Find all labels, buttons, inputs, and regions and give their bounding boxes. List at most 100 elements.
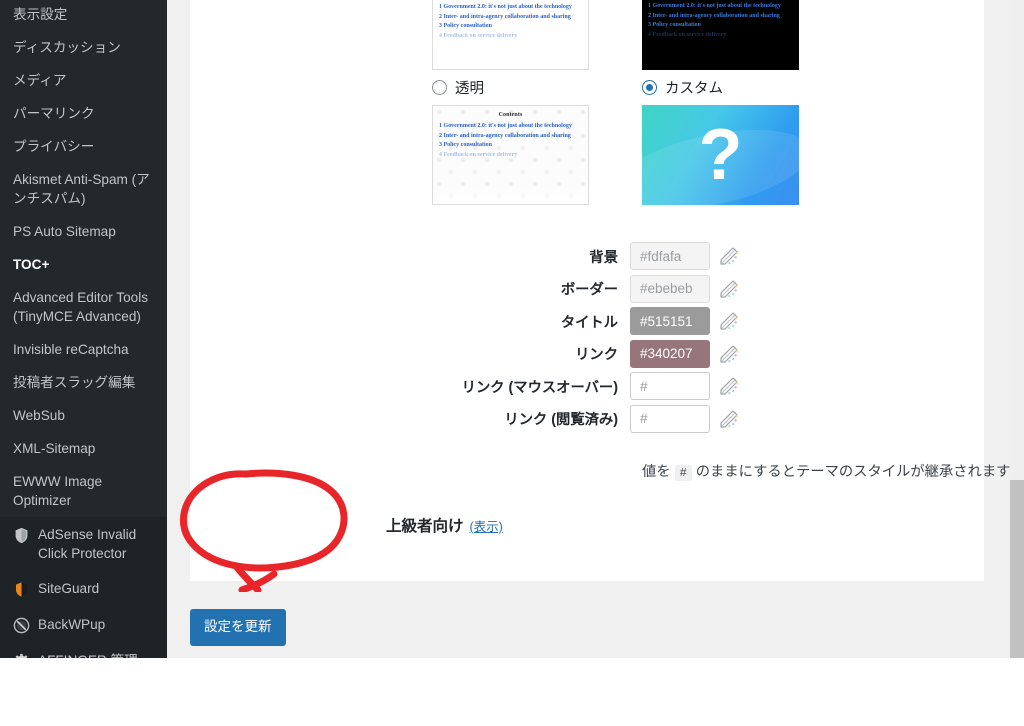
thumb-line: 3 Policy consultation — [648, 22, 702, 28]
thumb-line: 1 Government 2.0: it's not just about th… — [439, 123, 572, 129]
thumbnail-preview-light[interactable]: 1 Government 2.0: it's not just about th… — [432, 0, 589, 70]
sidebar-item-label: WebSub — [13, 408, 65, 423]
thumb-line: 2 Inter- and intra-agency collaboration … — [439, 13, 571, 20]
sidebar-item-item-2[interactable]: メディア — [0, 64, 167, 97]
thumb-line: 2 Inter- and intra-agency collaboration … — [648, 12, 780, 19]
sidebar-item-ps-auto-sitemap[interactable]: PS Auto Sitemap — [0, 215, 167, 248]
color-picker-icon[interactable] — [718, 245, 740, 267]
sidebar-item-advanced-editor-tools-tinymce-advanced[interactable]: Advanced Editor Tools (TinyMCE Advanced) — [0, 281, 167, 333]
sidebar-item-adsense-invalid-click-protector[interactable]: AdSense Invalid Click Protector — [0, 517, 167, 571]
option-transparent[interactable]: 透明 Contents 1 Government 2.0: it's not j… — [432, 76, 589, 205]
sidebar-item-item-3[interactable]: パーマリンク — [0, 97, 167, 130]
sidebar-item-invisible-recaptcha[interactable]: Invisible reCaptcha — [0, 333, 167, 366]
color-row: リンク #340207 — [455, 338, 740, 371]
save-settings-button[interactable]: 設定を更新 — [190, 609, 286, 646]
thumb-line: 3 Policy consultation — [439, 23, 493, 29]
siteguard-shield-icon — [15, 581, 27, 597]
advanced-toggle-link[interactable]: (表示) — [470, 516, 503, 535]
sidebar-item-websub[interactable]: WebSub — [0, 399, 167, 432]
color-row: 背景 #fdfafa — [455, 240, 740, 273]
page-scrollbar-thumb[interactable] — [1010, 480, 1024, 658]
sidebar-item-label: 表示設定 — [13, 7, 68, 22]
sidebar-item-label: Akismet Anti-Spam (アンチスパム) — [13, 172, 150, 206]
color-input[interactable]: #ebebeb — [630, 274, 710, 303]
sidebar-item-label: XML-Sitemap — [13, 441, 96, 456]
color-picker-icon[interactable] — [718, 343, 740, 365]
color-field-label: タイトル — [560, 314, 618, 331]
hint-code: # — [674, 465, 692, 481]
sidebar-item-toc[interactable]: TOC+ — [0, 248, 167, 281]
sidebar-item-label: メディア — [13, 73, 67, 88]
sidebar-item-label: 投稿者スラッグ編集 — [13, 375, 136, 390]
thumbnail-preview-dark[interactable]: 1 Government 2.0: it's not just about th… — [642, 0, 799, 70]
sidebar-item-label: パーマリンク — [13, 106, 95, 121]
color-settings-table: 背景 #fdfafa ボーダー #ebebeb タイトル #515151 リンク #34020… — [455, 240, 740, 435]
color-input[interactable]: #515151 — [630, 307, 710, 336]
sidebar-item-ewww-image-optimizer[interactable]: EWWW Image Optimizer — [0, 465, 167, 517]
color-picker-icon[interactable] — [718, 310, 740, 332]
sidebar-item-label: Invisible reCaptcha — [13, 342, 129, 357]
sidebar-group-dark: AdSense Invalid Click Protector SiteGuard… — [0, 517, 167, 658]
sidebar-item-label: BackWPup — [38, 617, 106, 632]
thumbnail-custom[interactable]: ? — [642, 105, 799, 205]
sidebar-item-xml-sitemap[interactable]: XML-Sitemap — [0, 432, 167, 465]
sidebar-item-siteguard[interactable]: SiteGuard — [0, 571, 167, 607]
color-input[interactable]: #fdfafa — [630, 242, 710, 271]
color-input[interactable]: #340207 — [630, 339, 710, 368]
option-custom-label: カスタム — [665, 80, 723, 97]
color-picker-icon[interactable] — [718, 408, 740, 430]
thumb-line: 1 Government 2.0: it's not just about th… — [648, 3, 781, 9]
shield-icon — [9, 525, 33, 545]
sidebar-item-label: Advanced Editor Tools (TinyMCE Advanced) — [13, 290, 149, 324]
thumb-line: 4 Feedback on service delivery — [439, 151, 518, 158]
thumb-line: 3 Policy consultation — [439, 142, 493, 148]
sidebar-item-label: AdSense Invalid Click Protector — [38, 527, 137, 561]
advanced-title: 上級者向け — [386, 518, 464, 535]
thumb-line: 1 Government 2.0: it's not just about th… — [439, 4, 572, 10]
color-row: リンク (マウスオーバー) # — [455, 370, 740, 403]
color-field-label: ボーダー — [560, 282, 618, 299]
color-picker-icon[interactable] — [718, 375, 740, 397]
backwpup-disc-icon — [13, 617, 29, 633]
thumb-line: 2 Inter- and intra-agency collaboration … — [439, 132, 571, 139]
radio-custom[interactable] — [642, 79, 657, 95]
radio-transparent[interactable] — [432, 79, 447, 95]
sidebar-item-backwpup[interactable]: BackWPup — [0, 607, 167, 643]
sidebar-item-label: EWWW Image Optimizer — [13, 474, 103, 508]
gear-icon — [9, 651, 33, 658]
sidebar-item-item-1[interactable]: ディスカッション — [0, 31, 167, 64]
thumb-fade-overlay — [642, 50, 799, 70]
color-field-label: リンク — [575, 347, 618, 364]
color-field-label: リンク (マウスオーバー) — [461, 379, 618, 396]
color-field-label: リンク (閲覧済み) — [504, 412, 618, 429]
sidebar-item-item-4[interactable]: プライバシー — [0, 130, 167, 163]
color-input[interactable]: # — [630, 404, 710, 433]
thumb-fade-overlay — [433, 184, 588, 204]
sidebar-item-affinger[interactable]: AFFINGER 管理 — [0, 643, 167, 658]
color-row: リンク (閲覧済み) # — [455, 403, 740, 436]
sidebar-item-label: プライバシー — [13, 139, 95, 154]
hint-after: のままにするとテーマのスタイルが継承されます — [695, 464, 1011, 480]
gear-icon — [15, 653, 27, 658]
color-input[interactable]: # — [630, 372, 710, 401]
sidebar-item-item-0[interactable]: 表示設定 — [0, 0, 167, 31]
hint-before: 値を — [642, 464, 671, 480]
screen: 表示設定ディスカッションメディアパーマリンク プライバシー Akismet Anti… — [0, 0, 1024, 726]
color-row: タイトル #515151 — [455, 305, 740, 338]
sidebar-item-akismet-anti-spam[interactable]: Akismet Anti-Spam (アンチスパム) — [0, 163, 167, 215]
backwpup-disc-icon — [9, 615, 33, 635]
color-picker-icon[interactable] — [718, 278, 740, 300]
admin-sidebar: 表示設定ディスカッションメディアパーマリンク プライバシー Akismet Anti… — [0, 0, 167, 658]
thumb-fade-overlay — [433, 49, 588, 69]
question-mark-glyph: ? — [698, 115, 743, 195]
thumb-line: 4 Feedback on service delivery — [648, 31, 727, 38]
advanced-section-row: 上級者向け (表示) — [386, 514, 503, 536]
color-row: ボーダー #ebebeb — [455, 273, 740, 306]
option-custom[interactable]: カスタム ? — [642, 76, 799, 205]
sidebar-item-item-10[interactable]: 投稿者スラッグ編集 — [0, 366, 167, 399]
thumbnail-transparent[interactable]: Contents 1 Government 2.0: it's not just… — [432, 105, 589, 205]
sidebar-item-label: TOC+ — [13, 257, 50, 272]
option-transparent-label: 透明 — [455, 80, 484, 97]
siteguard-shield-icon — [9, 579, 33, 599]
sidebar-item-label: PS Auto Sitemap — [13, 224, 116, 239]
